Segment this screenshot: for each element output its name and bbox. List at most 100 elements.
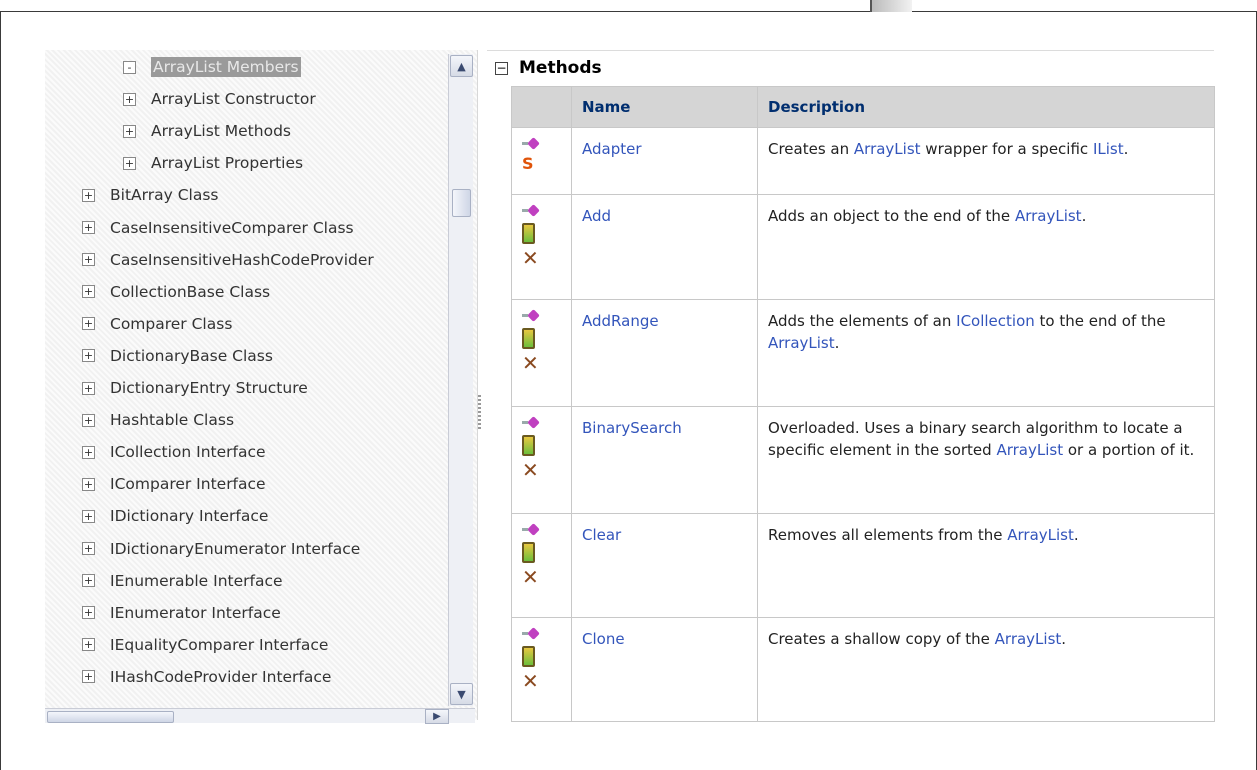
expand-node-icon[interactable]: + — [82, 445, 95, 459]
expand-node-icon[interactable]: + — [123, 156, 136, 170]
expand-node-icon[interactable]: + — [82, 188, 95, 202]
expand-node-icon[interactable]: + — [82, 670, 95, 684]
tree-item[interactable]: + CaseInsensitiveHashCodeProvider — [82, 247, 374, 273]
tree-item[interactable]: + ArrayList Properties — [123, 150, 303, 176]
tree-item-label[interactable]: ArrayList Members — [151, 57, 301, 77]
scroll-thumb[interactable] — [452, 189, 471, 217]
tree-item[interactable]: + BitArray Class — [82, 182, 218, 208]
scroll-up-button[interactable]: ▲ — [450, 55, 473, 77]
member-description-cell: Overloaded. Uses a binary search algorit… — [757, 406, 1215, 514]
expand-node-icon[interactable]: + — [82, 349, 95, 363]
tree-item[interactable]: + ArrayList Methods — [123, 118, 291, 144]
expand-node-icon[interactable]: + — [82, 638, 95, 652]
tree-item[interactable]: + ArrayList Constructor — [123, 86, 316, 112]
expand-node-icon[interactable]: + — [82, 606, 95, 620]
tree-item-label[interactable]: DictionaryEntry Structure — [110, 379, 308, 397]
tree-item-label[interactable]: IDictionary Interface — [110, 507, 268, 525]
tree-item[interactable]: + IDictionaryEnumerator Interface — [82, 536, 360, 562]
tree-item[interactable]: + CollectionBase Class — [82, 279, 270, 305]
member-icons-cell: ✕ — [511, 406, 572, 514]
tree-item[interactable]: + Hashtable Class — [82, 407, 234, 433]
expand-node-icon[interactable]: + — [123, 92, 136, 106]
xna-framework-icon: ✕ — [522, 458, 539, 482]
expand-node-icon[interactable]: + — [123, 124, 136, 138]
tree-item[interactable]: + IEnumerable Interface — [82, 568, 283, 594]
member-name-link[interactable]: Clone — [582, 630, 625, 648]
type-link[interactable]: ArrayList — [854, 140, 921, 158]
public-method-icon — [522, 628, 538, 642]
member-name-link[interactable]: Adapter — [582, 140, 642, 158]
tree-item[interactable]: + IComparer Interface — [82, 471, 266, 497]
tree-item-label[interactable]: IEnumerator Interface — [110, 604, 281, 622]
xna-framework-icon: ✕ — [522, 565, 539, 589]
tree-item-label[interactable]: CaseInsensitiveHashCodeProvider — [110, 251, 374, 269]
tree-item[interactable]: + IEqualityComparer Interface — [82, 632, 328, 658]
type-link[interactable]: ArrayList — [768, 334, 835, 352]
expand-node-icon[interactable]: + — [82, 509, 95, 523]
collapse-icon[interactable]: − — [495, 61, 508, 75]
tree-item-label[interactable]: IEnumerable Interface — [110, 572, 283, 590]
member-description-cell: Adds an object to the end of the ArrayLi… — [757, 194, 1215, 300]
tree-item[interactable]: + IHashCodeProvider Interface — [82, 664, 331, 690]
tree-item-label[interactable]: IHashCodeProvider Interface — [110, 668, 331, 686]
tree-item-label[interactable]: ICollection Interface — [110, 443, 266, 461]
tree-item[interactable]: + Comparer Class — [82, 311, 232, 337]
tree-item-label[interactable]: Hashtable Class — [110, 411, 234, 429]
expand-node-icon[interactable]: + — [82, 381, 95, 395]
tree-item-label[interactable]: BitArray Class — [110, 186, 218, 204]
expand-node-icon[interactable]: + — [82, 317, 95, 331]
description-text: . — [834, 334, 840, 352]
public-method-icon — [522, 524, 538, 538]
expand-node-icon[interactable]: + — [82, 477, 95, 491]
public-method-icon — [522, 138, 538, 152]
expand-node-icon[interactable]: + — [82, 221, 95, 234]
tree-item-label[interactable]: CaseInsensitiveComparer Class — [110, 219, 354, 237]
member-description-cell: Creates an ArrayList wrapper for a speci… — [757, 127, 1215, 195]
member-name-link[interactable]: Clear — [582, 526, 621, 544]
expand-node-icon[interactable]: + — [82, 574, 95, 588]
member-name-link[interactable]: BinarySearch — [582, 419, 682, 437]
expand-node-icon[interactable]: + — [82, 542, 95, 555]
tree-item-label[interactable]: IEqualityComparer Interface — [110, 636, 328, 654]
hscroll-thumb[interactable] — [47, 711, 174, 723]
member-name-link[interactable]: AddRange — [582, 312, 659, 330]
expand-node-icon[interactable]: + — [82, 285, 95, 299]
tree-item-label[interactable]: IComparer Interface — [110, 475, 266, 493]
description-text: . — [1123, 140, 1129, 158]
tree-item[interactable]: + CaseInsensitiveComparer Class — [82, 215, 354, 241]
tree-item-label[interactable]: ArrayList Methods — [151, 122, 291, 140]
type-link[interactable]: ICollection — [956, 312, 1035, 330]
tree-item-label[interactable]: DictionaryBase Class — [110, 347, 273, 365]
member-name-link[interactable]: Add — [582, 207, 611, 225]
member-name-cell: Add — [571, 194, 758, 300]
tree-horizontal-scrollbar[interactable]: ▶ — [45, 708, 475, 724]
expand-node-icon[interactable]: + — [82, 253, 95, 267]
tree-item-label[interactable]: Comparer Class — [110, 315, 232, 333]
expand-node-icon[interactable]: + — [82, 413, 95, 427]
tree-vertical-scrollbar[interactable]: ▲ ▼ — [448, 54, 473, 706]
tree-item-label[interactable]: ArrayList Constructor — [151, 90, 316, 108]
scroll-right-button[interactable]: ▶ — [425, 709, 449, 724]
member-description-cell: Adds the elements of an ICollection to t… — [757, 299, 1215, 407]
tree-item[interactable]: + DictionaryBase Class — [82, 343, 273, 369]
tree-item[interactable]: + DictionaryEntry Structure — [82, 375, 308, 401]
type-link[interactable]: ArrayList — [995, 630, 1062, 648]
type-link[interactable]: IList — [1093, 140, 1124, 158]
methods-section-header[interactable]: − Methods — [495, 55, 602, 81]
tree-item[interactable]: + IEnumerator Interface — [82, 600, 281, 626]
member-icons-cell: ✕ — [511, 513, 572, 618]
type-link[interactable]: ArrayList — [996, 441, 1063, 459]
tree-item-label[interactable]: CollectionBase Class — [110, 283, 270, 301]
type-link[interactable]: ArrayList — [1007, 526, 1074, 544]
tree-item[interactable]: - ArrayList Members — [123, 54, 301, 80]
tree-item-label[interactable]: ArrayList Properties — [151, 154, 303, 172]
pane-splitter-grip[interactable] — [478, 395, 481, 430]
type-link[interactable]: ArrayList — [1015, 207, 1082, 225]
collapse-node-icon[interactable]: - — [123, 60, 136, 74]
tree-item[interactable]: + IDictionary Interface — [82, 503, 268, 529]
tree-item[interactable]: + ICollection Interface — [82, 439, 266, 465]
tree-item-label[interactable]: IDictionaryEnumerator Interface — [110, 540, 360, 558]
methods-table: Name Description S Adapter Creates an Arra… — [511, 86, 1215, 722]
static-icon: S — [522, 154, 534, 173]
scroll-down-button[interactable]: ▼ — [450, 683, 473, 705]
